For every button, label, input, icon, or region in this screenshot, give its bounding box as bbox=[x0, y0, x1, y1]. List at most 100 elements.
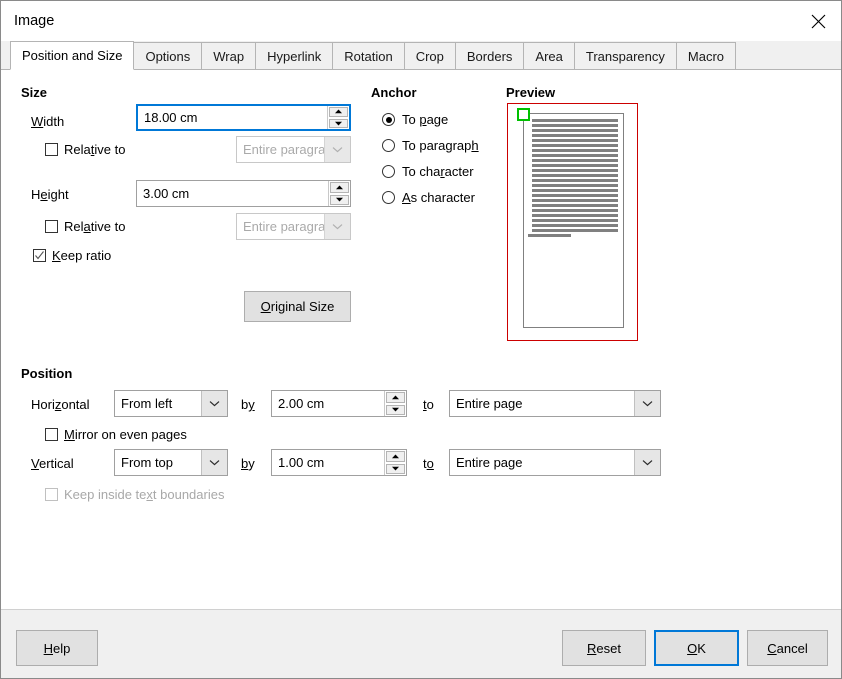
horizontal-by-spinner[interactable] bbox=[384, 391, 406, 416]
preview-text-line bbox=[532, 219, 618, 222]
tab-transparency[interactable]: Transparency bbox=[573, 42, 677, 70]
tab-label: Macro bbox=[687, 48, 725, 64]
preview-text-line bbox=[532, 199, 618, 202]
horizontal-dropdown[interactable]: From left bbox=[114, 390, 228, 417]
checkbox-box bbox=[45, 143, 58, 156]
preview-text-line bbox=[532, 124, 618, 127]
horizontal-to-dropdown[interactable]: Entire page bbox=[449, 390, 661, 417]
preview-anchor-marker bbox=[517, 108, 530, 121]
spinner-up-icon[interactable] bbox=[386, 451, 405, 462]
ok-button[interactable]: OK bbox=[654, 630, 739, 666]
vertical-by-input[interactable]: 1.00 cm bbox=[271, 449, 407, 476]
original-size-button[interactable]: Original Size bbox=[244, 291, 351, 322]
tab-options[interactable]: Options bbox=[133, 42, 203, 70]
spinner-down-icon[interactable] bbox=[329, 118, 348, 128]
radio-box bbox=[382, 139, 395, 152]
cancel-button[interactable]: Cancel bbox=[747, 630, 828, 666]
height-relative-label: Relative to bbox=[64, 219, 126, 234]
width-relative-checkbox[interactable]: Relative to bbox=[45, 142, 125, 157]
chevron-down-icon bbox=[324, 137, 350, 162]
chevron-down-icon[interactable] bbox=[634, 450, 660, 475]
checkbox-box bbox=[45, 428, 58, 441]
height-relative-dropdown: Entire paragraph area bbox=[236, 213, 351, 240]
preview-text-line bbox=[532, 209, 618, 212]
preview-text-line bbox=[532, 159, 618, 162]
preview-text-line bbox=[532, 164, 618, 167]
vertical-to-value: Entire page bbox=[456, 455, 523, 470]
anchor-option-as-character[interactable]: As character bbox=[382, 190, 475, 205]
tab-wrap[interactable]: Wrap bbox=[201, 42, 257, 70]
height-spinner[interactable] bbox=[328, 181, 350, 206]
position-and-size-panel: Size Width 18.00 cm Relative to Entire p… bbox=[1, 70, 841, 610]
tab-label: Options bbox=[145, 48, 191, 64]
mirror-on-even-pages-checkbox[interactable]: Mirror on even pages bbox=[45, 427, 187, 442]
radio-box bbox=[382, 191, 395, 204]
anchor-option-label: To paragraph bbox=[402, 138, 479, 153]
tab-area[interactable]: Area bbox=[523, 42, 575, 70]
width-spinner[interactable] bbox=[327, 106, 349, 129]
tab-label: Rotation bbox=[344, 48, 393, 64]
spinner-up-icon[interactable] bbox=[386, 392, 405, 403]
anchor-option-label: To page bbox=[402, 112, 449, 127]
preview-text-line bbox=[532, 149, 618, 152]
height-relative-checkbox[interactable]: Relative to bbox=[45, 219, 125, 234]
horizontal-by-input[interactable]: 2.00 cm bbox=[271, 390, 407, 417]
horizontal-to-label: to bbox=[423, 397, 434, 412]
preview-text-line bbox=[532, 189, 618, 192]
spinner-up-icon[interactable] bbox=[330, 182, 349, 193]
preview-area bbox=[507, 103, 638, 341]
horizontal-label: Horizontal bbox=[31, 397, 90, 412]
anchor-option-label: As character bbox=[402, 190, 475, 205]
vertical-dropdown[interactable]: From top bbox=[114, 449, 228, 476]
spinner-up-icon[interactable] bbox=[329, 107, 348, 117]
tab-position-and-size[interactable]: Position and Size bbox=[10, 41, 135, 70]
tab-rotation[interactable]: Rotation bbox=[332, 42, 405, 70]
close-icon[interactable] bbox=[795, 1, 841, 41]
horizontal-value: From left bbox=[121, 396, 173, 411]
chevron-down-icon[interactable] bbox=[201, 391, 227, 416]
vertical-to-dropdown[interactable]: Entire page bbox=[449, 449, 661, 476]
tab-crop[interactable]: Crop bbox=[403, 42, 456, 70]
chevron-down-icon[interactable] bbox=[201, 450, 227, 475]
preview-text-line bbox=[532, 229, 618, 232]
keep-ratio-checkbox[interactable]: Keep ratio bbox=[33, 248, 111, 263]
mirror-on-even-pages-label: Mirror on even pages bbox=[64, 427, 187, 442]
vertical-by-spinner[interactable] bbox=[384, 450, 406, 475]
reset-button[interactable]: Reset bbox=[562, 630, 646, 666]
keep-ratio-label: Keep ratio bbox=[52, 248, 112, 263]
preview-group-label: Preview bbox=[506, 85, 556, 100]
help-button[interactable]: Help bbox=[16, 630, 98, 666]
chevron-down-icon[interactable] bbox=[634, 391, 660, 416]
dialog-title: Image bbox=[14, 13, 55, 29]
checkbox-box bbox=[33, 249, 46, 262]
height-value: 3.00 cm bbox=[143, 186, 190, 201]
horizontal-by-value: 2.00 cm bbox=[278, 396, 325, 411]
height-input[interactable]: 3.00 cm bbox=[136, 180, 351, 207]
tab-label: Area bbox=[535, 48, 563, 64]
spinner-down-icon[interactable] bbox=[386, 404, 405, 415]
preview-text-line bbox=[532, 204, 618, 207]
tab-hyperlink[interactable]: Hyperlink bbox=[255, 42, 334, 70]
width-value: 18.00 cm bbox=[144, 110, 198, 125]
width-relative-value: Entire paragraph area bbox=[243, 142, 324, 157]
width-input[interactable]: 18.00 cm bbox=[136, 104, 351, 131]
anchor-option-to-paragraph[interactable]: To paragraph bbox=[382, 138, 479, 153]
tab-macro[interactable]: Macro bbox=[675, 42, 737, 70]
horizontal-by-label: by bbox=[241, 397, 255, 412]
spinner-down-icon[interactable] bbox=[386, 463, 405, 474]
anchor-group-label: Anchor bbox=[371, 85, 417, 100]
preview-text-line bbox=[532, 154, 618, 157]
preview-text-line bbox=[532, 224, 618, 227]
radio-dot bbox=[385, 116, 392, 123]
preview-page bbox=[523, 113, 624, 328]
preview-text-lines bbox=[528, 119, 618, 239]
vertical-by-value: 1.00 cm bbox=[278, 455, 325, 470]
spinner-down-icon[interactable] bbox=[330, 194, 349, 205]
anchor-option-to-character[interactable]: To character bbox=[382, 164, 474, 179]
anchor-option-to-page[interactable]: To page bbox=[382, 112, 448, 127]
width-relative-dropdown: Entire paragraph area bbox=[236, 136, 351, 163]
horizontal-to-value: Entire page bbox=[456, 396, 523, 411]
preview-text-line bbox=[532, 214, 618, 217]
tab-label: Borders bbox=[466, 48, 513, 64]
tab-borders[interactable]: Borders bbox=[454, 42, 525, 70]
